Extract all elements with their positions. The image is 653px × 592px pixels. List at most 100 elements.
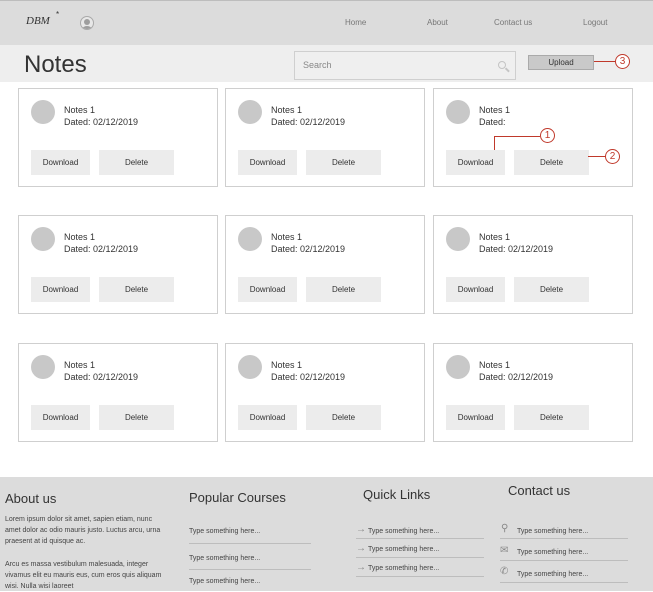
note-thumbnail bbox=[31, 355, 55, 379]
footer-contact-address: Type something here... bbox=[517, 528, 589, 535]
top-nav-bar: DBM * Home About Contact us Logout bbox=[0, 0, 653, 45]
download-button[interactable]: Download bbox=[446, 405, 505, 430]
arrow-right-icon: → bbox=[356, 524, 366, 535]
note-thumbnail bbox=[238, 227, 262, 251]
note-thumbnail bbox=[31, 100, 55, 124]
download-button[interactable]: Download bbox=[31, 405, 90, 430]
footer-contact-phone[interactable]: Type something here... bbox=[517, 571, 588, 578]
download-button[interactable]: Download bbox=[238, 150, 297, 175]
note-card: Notes 1 Dated: 02/12/2019 Download Delet… bbox=[18, 343, 218, 442]
download-button[interactable]: Download bbox=[446, 150, 505, 175]
callout-2-connector bbox=[588, 156, 606, 157]
footer-divider bbox=[500, 560, 628, 561]
footer-quick-link[interactable]: Type something here... bbox=[368, 565, 439, 572]
footer-divider bbox=[356, 557, 484, 558]
nav-home-link[interactable]: Home bbox=[345, 18, 366, 27]
note-thumbnail bbox=[238, 100, 262, 124]
search-input[interactable]: Search bbox=[294, 51, 516, 80]
footer-about-title: About us bbox=[5, 491, 57, 506]
arrow-right-icon: → bbox=[356, 543, 366, 554]
note-title: Notes 1 bbox=[271, 105, 303, 115]
note-date: Dated: 02/12/2019 bbox=[64, 372, 139, 382]
footer-divider bbox=[189, 543, 311, 544]
callout-1-connector bbox=[494, 136, 540, 137]
note-thumbnail bbox=[446, 227, 470, 251]
note-card: Notes 1 Dated: 02/12/2019 Download Delet… bbox=[433, 343, 633, 442]
search-icon[interactable] bbox=[498, 61, 506, 69]
footer-about-text: Lorem ipsum dolor sit amet, sapien etiam… bbox=[5, 516, 161, 545]
callout-1-connector bbox=[494, 136, 495, 150]
upload-button[interactable]: Upload bbox=[528, 55, 594, 70]
footer-course-link[interactable]: Type something here... bbox=[189, 578, 260, 585]
delete-button[interactable]: Delete bbox=[99, 150, 174, 175]
nav-contact-link[interactable]: Contact us bbox=[494, 18, 532, 27]
nav-logout-link[interactable]: Logout bbox=[583, 18, 607, 27]
note-date: Dated: 02/12/2019 bbox=[271, 117, 346, 127]
note-date: Dated: 02/12/2019 bbox=[479, 244, 554, 254]
callout-2-marker: 2 bbox=[605, 149, 620, 164]
download-button[interactable]: Download bbox=[238, 277, 297, 302]
footer-course-link[interactable]: Type something here... bbox=[189, 528, 260, 535]
note-card: Notes 1 Dated: Download Delete bbox=[433, 88, 633, 187]
footer-courses-title: Popular Courses bbox=[189, 490, 286, 505]
download-button[interactable]: Download bbox=[31, 150, 90, 175]
download-button[interactable]: Download bbox=[238, 405, 297, 430]
note-card: Notes 1 Dated: 02/12/2019 Download Delet… bbox=[18, 215, 218, 314]
note-card: Notes 1 Dated: 02/12/2019 Download Delet… bbox=[225, 215, 425, 314]
note-thumbnail bbox=[31, 227, 55, 251]
note-title: Notes 1 bbox=[479, 360, 511, 370]
note-title: Notes 1 bbox=[271, 360, 303, 370]
callout-3-connector bbox=[594, 61, 616, 62]
page-title: Notes bbox=[24, 51, 87, 78]
footer-divider bbox=[500, 582, 628, 583]
note-card: Notes 1 Dated: 02/12/2019 Download Delet… bbox=[433, 215, 633, 314]
note-title: Notes 1 bbox=[479, 105, 511, 115]
footer-divider bbox=[189, 569, 311, 570]
note-title: Notes 1 bbox=[271, 232, 303, 242]
footer-course-link[interactable]: Type something here... bbox=[189, 555, 260, 562]
note-card: Notes 1 Dated: 02/12/2019 Download Delet… bbox=[225, 343, 425, 442]
callout-3-marker: 3 bbox=[615, 54, 630, 69]
delete-button[interactable]: Delete bbox=[99, 405, 174, 430]
note-title: Notes 1 bbox=[64, 232, 96, 242]
delete-button[interactable]: Delete bbox=[514, 277, 589, 302]
note-date: Dated: bbox=[479, 117, 506, 127]
delete-button[interactable]: Delete bbox=[306, 150, 381, 175]
note-thumbnail bbox=[238, 355, 262, 379]
footer-quick-link[interactable]: Type something here... bbox=[368, 546, 439, 553]
logo[interactable]: DBM bbox=[26, 15, 50, 27]
mail-icon: ✉ bbox=[500, 545, 509, 556]
logo-star-icon: * bbox=[56, 10, 60, 19]
footer-contact-email[interactable]: Type something here... bbox=[517, 549, 588, 556]
search-placeholder: Search bbox=[303, 60, 332, 70]
note-card: Notes 1 Dated: 02/12/2019 Download Delet… bbox=[225, 88, 425, 187]
note-date: Dated: 02/12/2019 bbox=[64, 117, 139, 127]
delete-button[interactable]: Delete bbox=[306, 405, 381, 430]
delete-button[interactable]: Delete bbox=[514, 150, 589, 175]
note-date: Dated: 02/12/2019 bbox=[64, 244, 139, 254]
footer-divider bbox=[356, 538, 484, 539]
download-button[interactable]: Download bbox=[446, 277, 505, 302]
footer-divider bbox=[500, 538, 628, 539]
footer: About us Lorem ipsum dolor sit amet, sap… bbox=[0, 477, 653, 591]
nav-about-link[interactable]: About bbox=[427, 18, 448, 27]
note-date: Dated: 02/12/2019 bbox=[479, 372, 554, 382]
delete-button[interactable]: Delete bbox=[514, 405, 589, 430]
note-date: Dated: 02/12/2019 bbox=[271, 372, 346, 382]
location-pin-icon: ⚲ bbox=[501, 523, 509, 534]
note-date: Dated: 02/12/2019 bbox=[271, 244, 346, 254]
note-title: Notes 1 bbox=[64, 360, 96, 370]
download-button[interactable]: Download bbox=[31, 277, 90, 302]
note-title: Notes 1 bbox=[479, 232, 511, 242]
footer-contact-title: Contact us bbox=[508, 483, 571, 498]
arrow-right-icon: → bbox=[356, 562, 366, 573]
delete-button[interactable]: Delete bbox=[306, 277, 381, 302]
note-title: Notes 1 bbox=[64, 105, 96, 115]
note-thumbnail bbox=[446, 355, 470, 379]
callout-1-marker: 1 bbox=[540, 128, 555, 143]
footer-quick-link[interactable]: Type something here... bbox=[368, 528, 439, 535]
user-avatar-icon[interactable] bbox=[80, 16, 94, 30]
note-card: Notes 1 Dated: 02/12/2019 Download Delet… bbox=[18, 88, 218, 187]
phone-icon: ✆ bbox=[500, 566, 509, 577]
delete-button[interactable]: Delete bbox=[99, 277, 174, 302]
